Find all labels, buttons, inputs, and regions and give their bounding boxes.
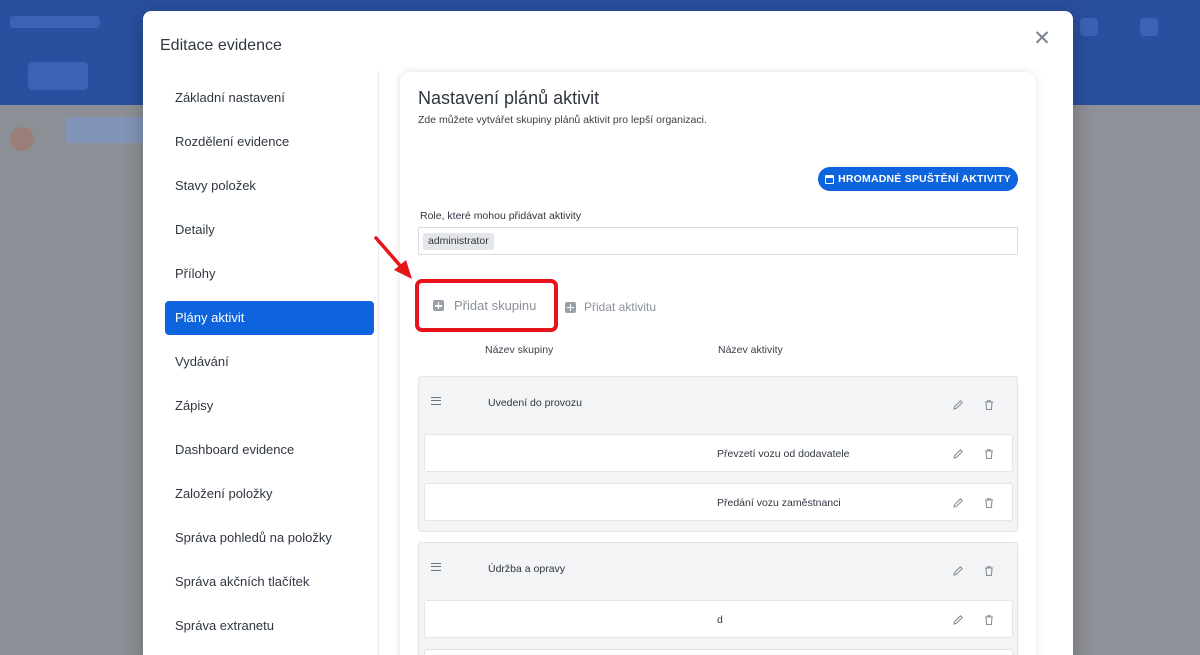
activity-row: Převzetí vozu od dodavatele (424, 434, 1013, 472)
trash-icon[interactable] (983, 399, 995, 411)
trash-icon[interactable] (983, 614, 995, 626)
background-people-list (1073, 105, 1200, 655)
sidebar-item-action-buttons[interactable]: Správa akčních tlačítek (165, 565, 374, 599)
roles-label: Role, které mohou přidávat aktivity (420, 210, 582, 222)
sidebar-item-records[interactable]: Zápisy (165, 389, 374, 423)
edit-icon[interactable] (952, 565, 964, 577)
edit-icon[interactable] (952, 614, 964, 626)
sidebar-item-dashboard[interactable]: Dashboard evidence (165, 433, 374, 467)
page-title: Nastavení plánů aktivit (418, 88, 600, 108)
column-header-group: Název skupiny (485, 344, 554, 356)
group-name: Uvedení do provozu (488, 397, 582, 409)
sidebar-item-attachments[interactable]: Přílohy (165, 257, 374, 291)
sidebar-item-item-views[interactable]: Správa pohledů na položky (165, 521, 374, 555)
sidebar-item-issuing[interactable]: Vydávání (165, 345, 374, 379)
sidebar-item-evidence-split[interactable]: Rozdělení evidence (165, 125, 374, 159)
close-button[interactable]: ✕ (1032, 27, 1052, 50)
background-sidebar (0, 105, 143, 655)
sidebar-item-item-creation[interactable]: Založení položky (165, 477, 374, 511)
plus-square-icon (433, 300, 444, 311)
plus-square-icon (565, 301, 576, 313)
activity-name: Předání vozu zaměstnanci (717, 497, 841, 509)
activity-row: d (424, 600, 1013, 638)
settings-sidebar: Základní nastavení Rozdělení evidence St… (143, 71, 379, 655)
sidebar-item-basic-settings[interactable]: Základní nastavení (165, 81, 374, 115)
role-tag[interactable]: administrator (423, 233, 494, 250)
group-name: Údržba a opravy (488, 563, 566, 575)
activity-row: Předání vozu zaměstnanci (424, 483, 1013, 521)
trash-icon[interactable] (983, 448, 995, 460)
sidebar-item-extranet[interactable]: Správa extranetu (165, 609, 374, 643)
activity-group: Údržba a opravy d (418, 542, 1018, 655)
activity-group: Uvedení do provozu Převzetí vozu od doda… (418, 376, 1018, 532)
column-header-activity: Název aktivity (718, 344, 783, 356)
edit-icon[interactable] (952, 497, 964, 509)
calendar-icon (825, 174, 835, 184)
close-icon: ✕ (1033, 27, 1051, 50)
edit-icon[interactable] (952, 448, 964, 460)
roles-input[interactable]: administrator (418, 227, 1018, 255)
sidebar-item-activity-plans[interactable]: Plány aktivit (165, 301, 374, 335)
trash-icon[interactable] (983, 497, 995, 509)
drag-handle-icon[interactable] (431, 397, 441, 405)
sidebar-item-details[interactable]: Detaily (165, 213, 374, 247)
edit-icon[interactable] (952, 399, 964, 411)
edit-evidence-modal: Editace evidence ✕ Základní nastavení Ro… (143, 11, 1073, 655)
add-activity-button[interactable]: Přidat aktivitu (565, 300, 656, 314)
trash-icon[interactable] (983, 565, 995, 577)
activity-name: Převzetí vozu od dodavatele (717, 448, 850, 460)
modal-title: Editace evidence (160, 37, 282, 54)
page-subtitle: Zde můžete vytvářet skupiny plánů aktivi… (418, 114, 707, 126)
drag-handle-icon[interactable] (431, 563, 441, 571)
annotation-arrow-icon (374, 236, 412, 279)
sidebar-item-item-states[interactable]: Stavy položek (165, 169, 374, 203)
activity-name: d (717, 614, 723, 626)
add-group-button[interactable]: Přidat skupinu (415, 279, 558, 332)
activity-plans-panel: Nastavení plánů aktivit Zde můžete vytvá… (400, 72, 1036, 655)
activity-row (424, 649, 1013, 655)
bulk-run-activity-button[interactable]: HROMADNÉ SPUŠTĚNÍ AKTIVITY (818, 167, 1018, 191)
